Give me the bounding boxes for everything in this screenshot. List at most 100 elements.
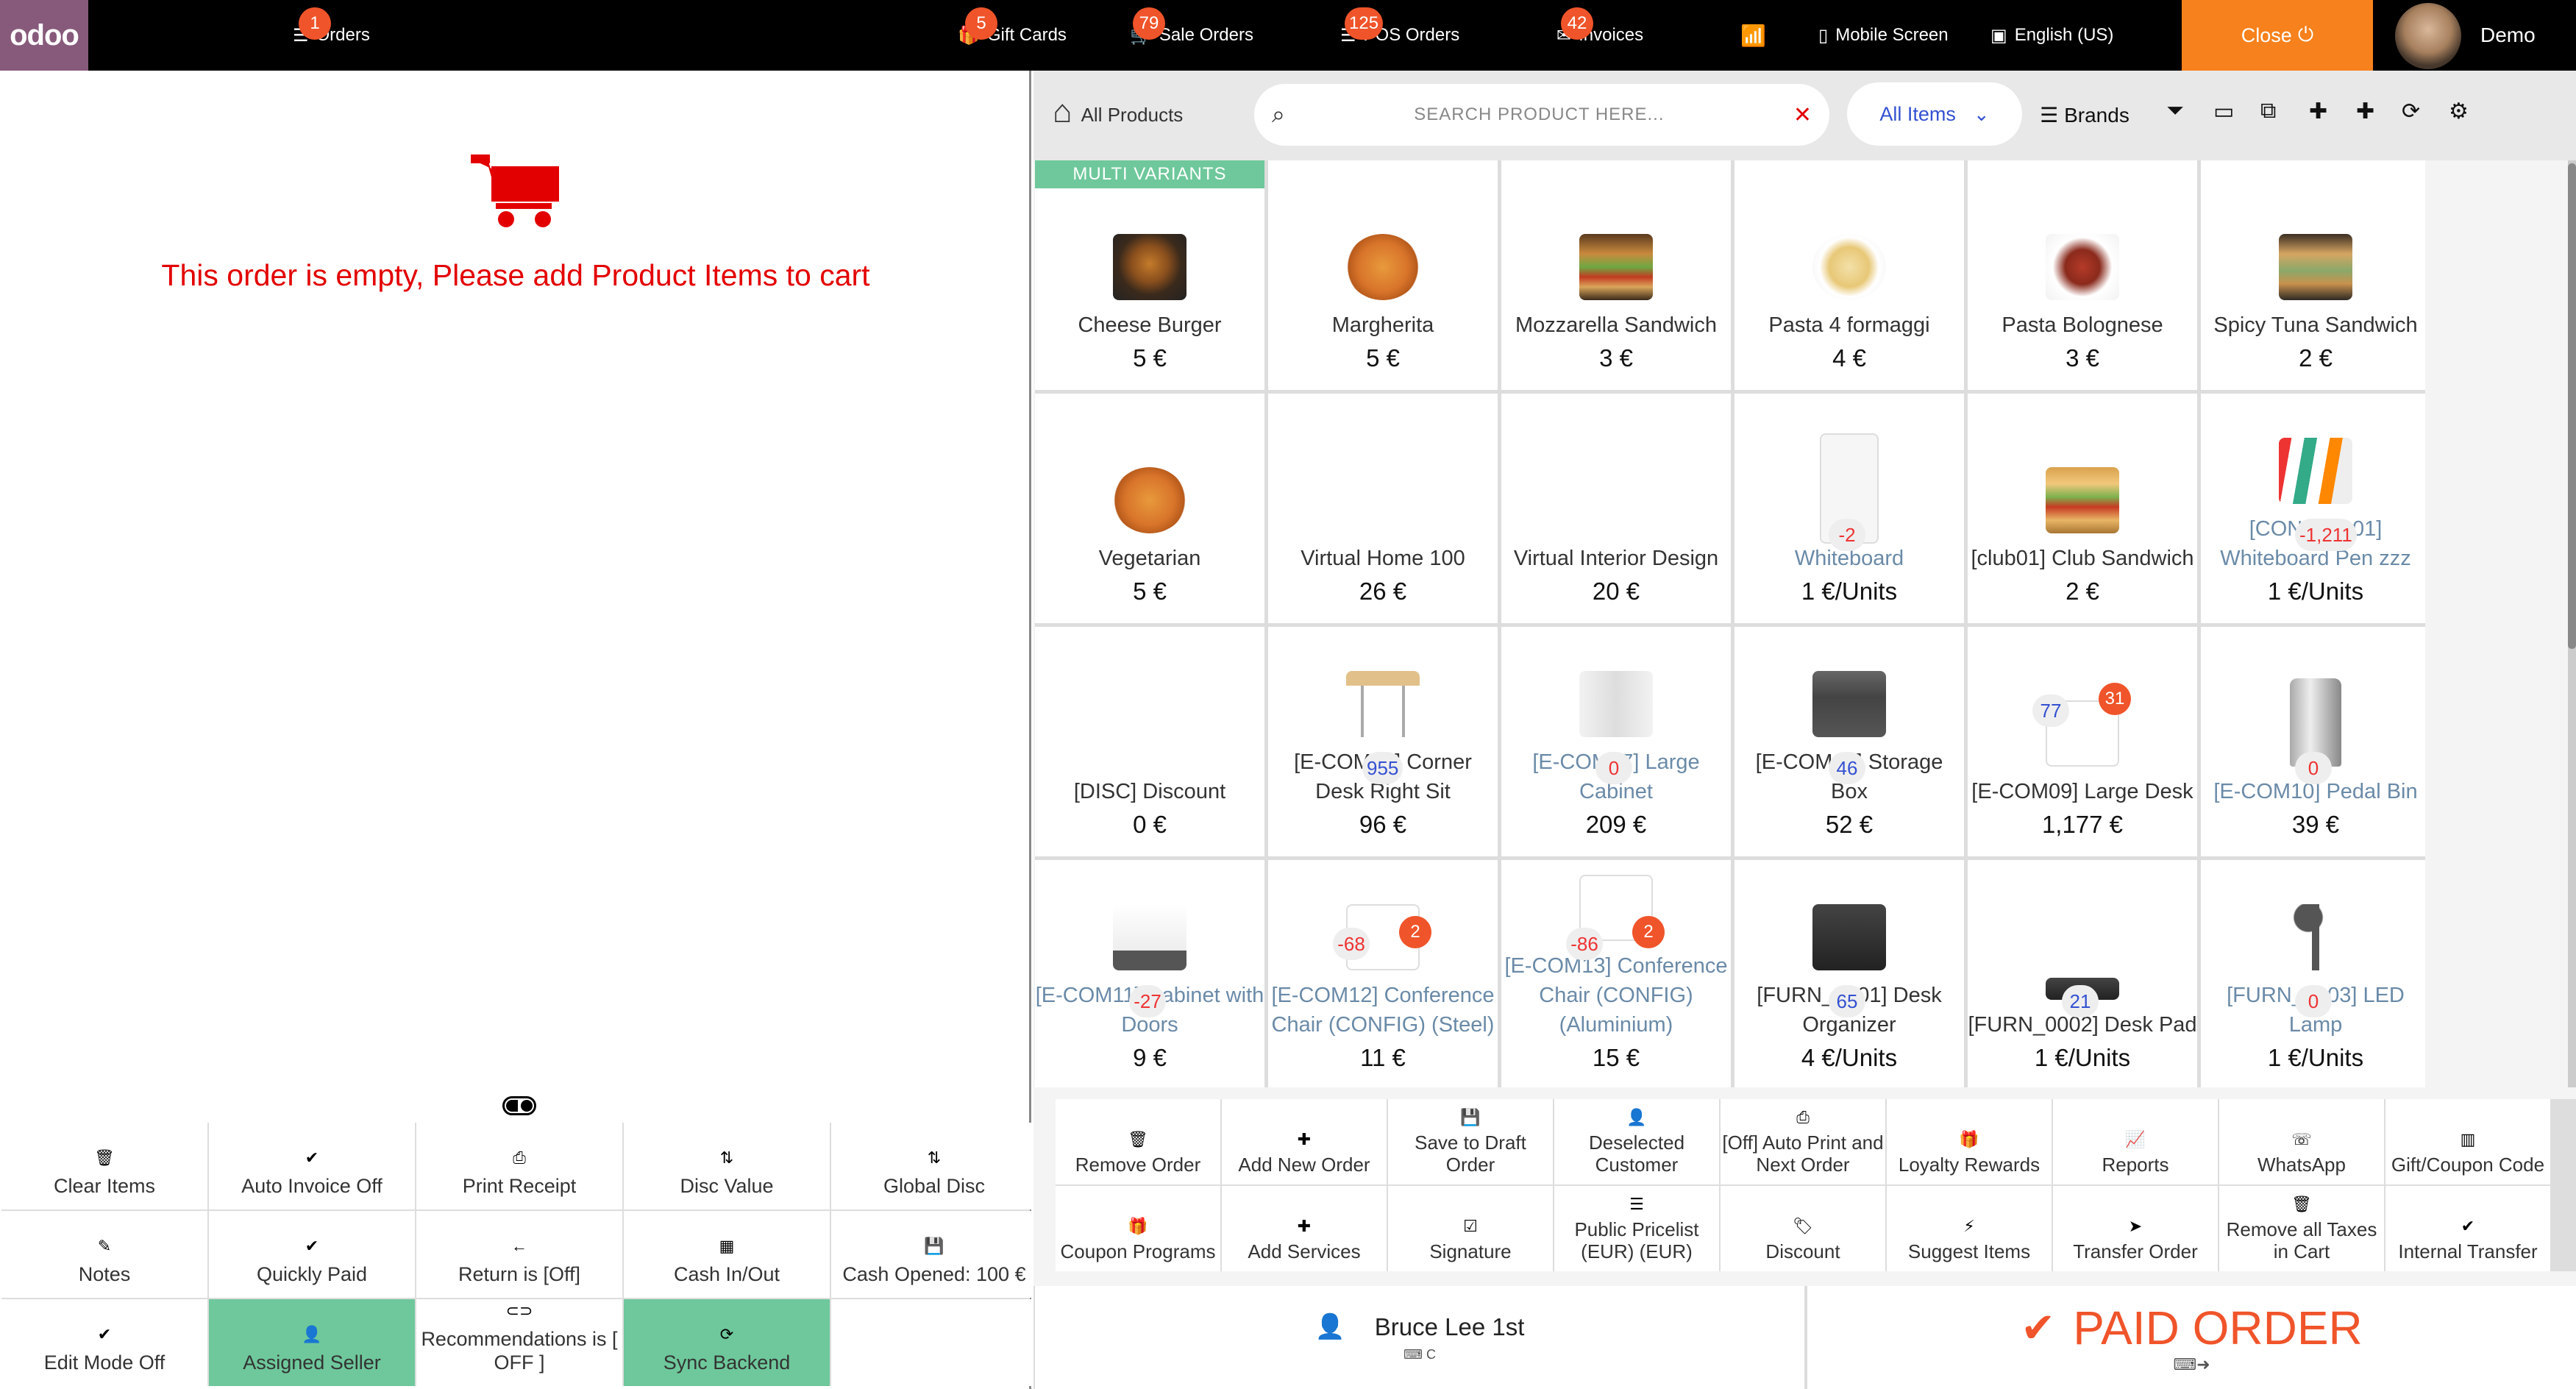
product-card[interactable]: [DISC] Discount 0 € <box>1035 627 1264 856</box>
brands-button[interactable]: ☰ Brands <box>2040 103 2130 127</box>
product-image <box>2279 234 2352 300</box>
product-card[interactable]: -86 2 [E-COM13] Conference Chair (CONFIG) … <box>1501 860 1731 1087</box>
product-card[interactable]: Margherita 5 € <box>1268 160 1498 390</box>
pos-orders-count-badge: 125 <box>1345 7 1384 40</box>
pos-action-15[interactable]: ➤ Transfer Order <box>2053 1186 2218 1271</box>
product-name: Mozzarella Sandwich <box>1515 313 1717 337</box>
paid-order-button[interactable]: ✔ PAID ORDER ⌨➜ <box>1807 1286 2576 1389</box>
pos-action-5[interactable]: 🎁 Loyalty Rewards <box>1887 1099 2052 1184</box>
product-card[interactable]: 77 31 [E-COM09] Large Desk 1,177 € <box>1968 627 2197 856</box>
stock-badge: 955 <box>1362 752 1403 784</box>
product-card[interactable]: Virtual Interior Design 20 € <box>1501 394 1731 623</box>
left-action-11[interactable]: 👤 Assigned Seller <box>209 1299 415 1386</box>
clear-search-icon[interactable]: ✕ <box>1793 102 1812 128</box>
left-action-13[interactable]: ⟳ Sync Backend <box>624 1299 830 1386</box>
product-card[interactable]: 0 [E-COM07] Large Cabinet 209 € <box>1501 627 1731 856</box>
mobile-screen-button[interactable]: ▯ Mobile Screen <box>1818 0 1949 71</box>
pos-action-label: Signature <box>1429 1240 1512 1262</box>
product-card[interactable]: 46 [E-COM08] Storage Box 52 € <box>1734 627 1964 856</box>
refresh-icon[interactable]: ⟳ <box>2402 99 2420 124</box>
left-action-6[interactable]: ✔ Quickly Paid <box>209 1211 415 1298</box>
stock-badge: -68 <box>1333 928 1370 960</box>
category-filter-select[interactable]: All Items ⌄ <box>1847 82 2022 146</box>
product-card[interactable]: 0 [FURN_0003] LED Lamp 1 €/Units <box>2201 860 2425 1087</box>
product-scrollbar-thumb[interactable] <box>2568 163 2576 649</box>
chart-icon: 📈 <box>2125 1130 2146 1148</box>
left-action-10[interactable]: ✔ Edit Mode Off <box>1 1299 207 1386</box>
pos-action-4[interactable]: ⎙ [Off] Auto Print and Next Order <box>1721 1099 1885 1184</box>
products-header: ⌂ All Products ⌕ SEARCH PRODUCT HERE... … <box>1033 71 2576 160</box>
pos-action-7[interactable]: ☏ WhatsApp <box>2219 1099 2384 1184</box>
product-card[interactable]: 21 [FURN_0002] Desk Pad 1 €/Units <box>1968 860 2197 1087</box>
settings-icon[interactable]: ⚙ <box>2449 99 2469 124</box>
order-panel: This order is empty, Please add Product … <box>0 71 1037 1389</box>
sitemap-icon[interactable]: ⧉ <box>2260 99 2276 124</box>
product-card[interactable]: MULTI VARIANTS Cheese Burger 5 € <box>1035 160 1264 390</box>
product-card[interactable]: Vegetarian 5 € <box>1035 394 1264 623</box>
order-count-badge: 2 <box>1632 916 1665 948</box>
left-action-7[interactable]: ← Return is [Off] <box>416 1211 622 1298</box>
pos-action-3[interactable]: 👤 Deselected Customer <box>1554 1099 1719 1184</box>
pos-action-8[interactable]: ▥ Gift/Coupon Code <box>2385 1099 2550 1184</box>
add-product-icon[interactable]: ✚ <box>2309 99 2327 124</box>
close-button[interactable]: Close ⏻ <box>2182 0 2373 71</box>
left-action-3[interactable]: ⇅ Disc Value <box>624 1123 830 1209</box>
pos-action-9[interactable]: 🎁 Coupon Programs <box>1056 1186 1220 1271</box>
product-card[interactable]: -2 Whiteboard 1 €/Units <box>1734 394 1964 623</box>
pos-action-6[interactable]: 📈 Reports <box>2053 1099 2218 1184</box>
orders-count-badge: 1 <box>299 7 331 40</box>
pos-action-16[interactable]: 🗑 Remove all Taxes in Cart <box>2219 1186 2384 1271</box>
bottom-bar: 👤 Bruce Lee 1st ⌨ C ✔ PAID ORDER ⌨➜ <box>1033 1286 2576 1389</box>
product-card[interactable]: -27 [E-COM11] Cabinet with Doors 9 € <box>1035 860 1264 1087</box>
customer-button[interactable]: 👤 Bruce Lee 1st ⌨ C <box>1035 1286 1804 1389</box>
add-category-icon[interactable]: ✚ <box>2356 99 2374 124</box>
product-price: 39 € <box>2291 811 2340 838</box>
pos-action-11[interactable]: ☑ Signature <box>1388 1186 1553 1271</box>
product-card[interactable]: 0 [E-COM10] Pedal Bin 39 € <box>2201 627 2425 856</box>
left-action-8[interactable]: ▦ Cash In/Out <box>624 1211 830 1298</box>
filter-icon[interactable]: ⏷ <box>2166 99 2184 124</box>
stock-badge: 65 <box>1829 985 1865 1017</box>
product-card[interactable]: Pasta 4 formaggi 4 € <box>1734 160 1964 390</box>
search-input[interactable]: ⌕ SEARCH PRODUCT HERE... ✕ <box>1254 84 1829 146</box>
pos-action-17[interactable]: ✔ Internal Transfer <box>2385 1186 2550 1271</box>
pos-action-0[interactable]: 🗑 Remove Order <box>1056 1099 1220 1184</box>
left-action-2[interactable]: ⎙ Print Receipt <box>416 1123 622 1209</box>
left-action-1[interactable]: ✔ Auto Invoice Off <box>209 1123 415 1209</box>
order-actions-grid: 🗑 Clear Items ✔ Auto Invoice Off ⎙ Print Rece… <box>1 1123 1037 1386</box>
pos-action-13[interactable]: 🏷 Discount <box>1721 1186 1885 1271</box>
wifi-icon: 📶 <box>1740 24 1766 47</box>
left-action-9[interactable]: 💾 Cash Opened: 100 € <box>831 1211 1037 1298</box>
product-price: 3 € <box>2066 344 2099 372</box>
product-card[interactable]: -68 2 [E-COM12] Conference Chair (CONFIG) … <box>1268 860 1498 1087</box>
pos-action-1[interactable]: ✚ Add New Order <box>1222 1099 1387 1184</box>
product-card[interactable]: 65 [FURN_0001] Desk Organizer 4 €/Units <box>1734 860 1964 1087</box>
left-action-5[interactable]: ✎ Notes <box>1 1211 207 1298</box>
product-card[interactable]: Virtual Home 100 26 € <box>1268 394 1498 623</box>
product-card[interactable]: [club01] Club Sandwich 2 € <box>1968 394 2197 623</box>
avatar[interactable] <box>2395 3 2461 69</box>
product-price: 1 €/Units <box>2267 1044 2364 1071</box>
pos-action-14[interactable]: ⚡ Suggest Items <box>1887 1186 2052 1271</box>
left-action-0[interactable]: 🗑 Clear Items <box>1 1123 207 1209</box>
odoo-logo[interactable]: odoo <box>0 0 88 71</box>
product-card[interactable]: -1,211[CONS_0001] Whiteboard Pen zzz1 €/… <box>2201 394 2425 623</box>
left-action-12[interactable]: ⊂⊃ Recommendations is [ OFF ] <box>416 1299 622 1386</box>
language-button[interactable]: ▣ English (US) <box>1990 0 2113 71</box>
home-breadcrumb[interactable]: ⌂ All Products <box>1053 96 1183 128</box>
product-card[interactable]: Pasta Bolognese 3 € <box>1968 160 2197 390</box>
panel-toggle[interactable] <box>502 1096 536 1115</box>
product-card[interactable]: Mozzarella Sandwich 3 € <box>1501 160 1731 390</box>
laptop-icon[interactable]: ▭ <box>2213 99 2234 124</box>
print-icon: ⎙ <box>513 1148 526 1167</box>
pos-action-12[interactable]: ☰ Public Pricelist (EUR) (EUR) <box>1554 1186 1719 1271</box>
check-icon: ✔ <box>305 1237 319 1255</box>
pos-action-2[interactable]: 💾 Save to Draft Order <box>1388 1099 1553 1184</box>
product-image <box>2046 234 2119 300</box>
user-name[interactable]: Demo <box>2480 0 2536 71</box>
pos-action-10[interactable]: ✚ Add Services <box>1222 1186 1387 1271</box>
left-action-4[interactable]: ⇅ Global Disc <box>831 1123 1037 1209</box>
save-icon: 💾 <box>924 1237 944 1255</box>
product-card[interactable]: Spicy Tuna Sandwich 2 € <box>2201 160 2425 390</box>
product-card[interactable]: 955 [E-COM06] Corner Desk Right Sit 96 € <box>1268 627 1498 856</box>
